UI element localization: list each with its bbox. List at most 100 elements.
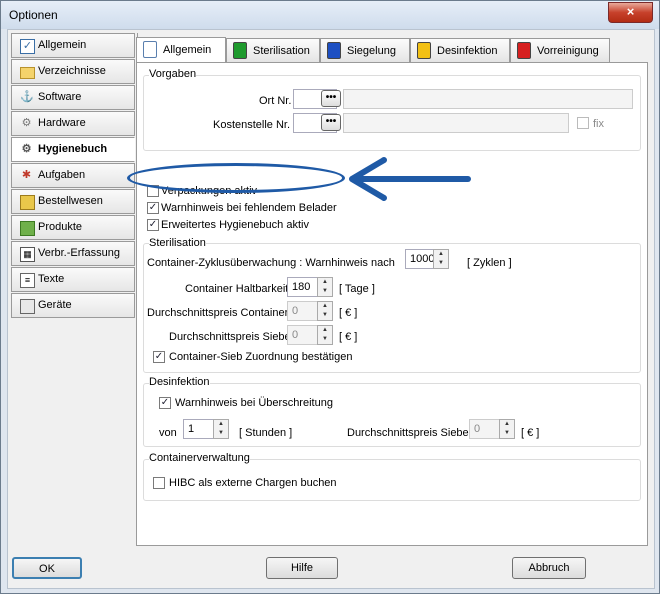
zuordnung-checkbox[interactable]: ✓ [153, 351, 165, 363]
kostenstelle-label: Kostenstelle Nr. [213, 119, 291, 131]
product-icon [20, 221, 35, 236]
ort-label: Ort Nr. [259, 95, 292, 107]
title-bar: Optionen × [1, 1, 659, 29]
zyklus-label: Container-Zyklusüberwachung : Warnhinwei… [147, 257, 395, 269]
preis-siebe-unit: [ € ] [339, 331, 358, 343]
ort-description [343, 89, 633, 109]
tab-vorreinigung[interactable]: Vorreinigung [510, 38, 610, 62]
nav-item-texte[interactable]: ≡ Texte [11, 267, 135, 292]
nav-item-verzeichnisse[interactable]: Verzeichnisse [11, 59, 135, 84]
nav-item-verbr-erfassung[interactable]: ▦ Verbr.-Erfassung [11, 241, 135, 266]
preis-container-unit: [ € ] [339, 307, 358, 319]
zuordnung-label: Container-Sieb Zuordnung bestätigen [169, 351, 353, 363]
haltbarkeit-label: Container Haltbarkeit [185, 283, 289, 295]
consumption-icon: ▦ [20, 247, 35, 262]
warnhinweis-belader-label: Warnhinweis bei fehlendem Belader [161, 202, 337, 214]
group-containerverwaltung-title: Containerverwaltung [149, 452, 250, 464]
ueberschreitung-checkbox[interactable]: ✓ [159, 397, 171, 409]
hygienebuch-checkbox[interactable]: ✓ [147, 219, 159, 231]
hibc-label: HIBC als externe Chargen buchen [169, 477, 337, 489]
spin-up-icon[interactable]: ▲ [500, 420, 514, 429]
preis-container-label: Durchschnittspreis Container [147, 307, 289, 319]
abbruch-button[interactable]: Abbruch [512, 557, 586, 579]
von-spinner[interactable]: ▲ ▼ [213, 419, 229, 439]
spin-down-icon[interactable]: ▼ [214, 429, 228, 438]
group-vorgaben-title: Vorgaben [149, 68, 197, 80]
green-book-icon [233, 42, 247, 59]
spin-down-icon[interactable]: ▼ [434, 259, 448, 268]
nav-item-label: Texte [38, 273, 65, 285]
category-nav: ✓ Allgemein Verzeichnisse ⚓ Software ⚙ H… [11, 33, 138, 545]
spin-down-icon[interactable]: ▼ [318, 287, 332, 296]
fix-checkbox[interactable] [577, 117, 589, 129]
ueberschreitung-label: Warnhinweis bei Überschreitung [175, 397, 333, 409]
nav-item-hygienebuch[interactable]: ⚙ Hygienebuch [11, 137, 135, 162]
hilfe-button[interactable]: Hilfe [266, 557, 338, 579]
blue-book-icon [327, 42, 341, 59]
kostenstelle-description [343, 113, 569, 133]
nav-item-allgemein[interactable]: ✓ Allgemein [11, 33, 135, 58]
warnhinweis-belader-checkbox[interactable]: ✓ [147, 202, 159, 214]
nav-item-label: Bestellwesen [38, 195, 103, 207]
nav-item-label: Aufgaben [38, 169, 86, 181]
tab-siegelung[interactable]: Siegelung [320, 38, 410, 62]
nav-item-label: Verbr.-Erfassung [38, 247, 120, 259]
spin-up-icon[interactable]: ▲ [318, 302, 332, 311]
gear-icon: ⚙ [21, 117, 32, 129]
preis-container-spinner[interactable]: ▲ ▼ [317, 301, 333, 321]
von-label: von [159, 427, 177, 439]
spin-up-icon[interactable]: ▲ [214, 420, 228, 429]
spin-up-icon[interactable]: ▲ [434, 250, 448, 259]
tab-strip: Allgemein Sterilisation Siegelung Desinf… [136, 37, 648, 63]
tab-allgemein[interactable]: Allgemein [136, 37, 226, 63]
task-icon: ✱ [21, 169, 32, 181]
nav-item-geraete[interactable]: Geräte [11, 293, 135, 318]
folder-icon [20, 67, 35, 79]
checklist-icon: ✓ [20, 39, 35, 54]
hygienebuch-label: Erweitertes Hygienebuch aktiv [161, 219, 309, 231]
tab-label: Allgemein [163, 44, 212, 56]
spin-down-icon[interactable]: ▼ [318, 311, 332, 320]
device-icon [20, 299, 35, 314]
desinf-preis-siebe-unit: [ € ] [521, 427, 540, 439]
zyklus-unit: [ Zyklen ] [467, 257, 512, 269]
yellow-book-icon [417, 42, 431, 59]
hibc-checkbox[interactable] [153, 477, 165, 489]
close-button[interactable]: × [608, 2, 653, 23]
nav-item-produkte[interactable]: Produkte [11, 215, 135, 240]
tab-panel-allgemein: Vorgaben Ort Nr. ••• Kostenstelle Nr. ••… [136, 62, 648, 546]
options-window: Optionen × ✓ Allgemein Verzeichnisse ⚓ S… [0, 0, 660, 594]
haltbarkeit-spinner[interactable]: ▲ ▼ [317, 277, 333, 297]
tab-desinfektion[interactable]: Desinfektion [410, 38, 510, 62]
fix-label: fix [593, 118, 604, 130]
desinf-preis-siebe-spinner[interactable]: ▲ ▼ [499, 419, 515, 439]
nav-item-label: Allgemein [38, 39, 87, 51]
zyklus-spinner[interactable]: ▲ ▼ [433, 249, 449, 269]
nav-item-label: Produkte [38, 221, 83, 233]
haltbarkeit-unit: [ Tage ] [339, 283, 375, 295]
nav-item-aufgaben[interactable]: ✱ Aufgaben [11, 163, 135, 188]
spin-down-icon[interactable]: ▼ [318, 335, 332, 344]
nav-item-label: Software [38, 91, 82, 103]
tab-label: Vorreinigung [537, 45, 599, 57]
ort-lookup-button[interactable]: ••• [321, 90, 341, 107]
nav-item-label: Geräte [38, 299, 72, 311]
group-sterilisation-title: Sterilisation [149, 237, 206, 249]
spin-up-icon[interactable]: ▲ [318, 278, 332, 287]
tab-label: Siegelung [347, 45, 396, 57]
group-desinfektion-title: Desinfektion [149, 376, 210, 388]
kostenstelle-lookup-button[interactable]: ••• [321, 114, 341, 131]
nav-item-bestellwesen[interactable]: Bestellwesen [11, 189, 135, 214]
dialog-body: ✓ Allgemein Verzeichnisse ⚓ Software ⚙ H… [7, 29, 655, 589]
spin-up-icon[interactable]: ▲ [318, 326, 332, 335]
nav-item-software[interactable]: ⚓ Software [11, 85, 135, 110]
spin-down-icon[interactable]: ▼ [500, 429, 514, 438]
document-icon [143, 41, 157, 58]
order-icon [20, 195, 35, 210]
tab-sterilisation[interactable]: Sterilisation [226, 38, 320, 62]
ok-button[interactable]: OK [12, 557, 82, 579]
nav-item-hardware[interactable]: ⚙ Hardware [11, 111, 135, 136]
preis-siebe-label: Durchschnittspreis Siebe [169, 331, 291, 343]
tab-label: Desinfektion [437, 45, 498, 57]
preis-siebe-spinner[interactable]: ▲ ▼ [317, 325, 333, 345]
